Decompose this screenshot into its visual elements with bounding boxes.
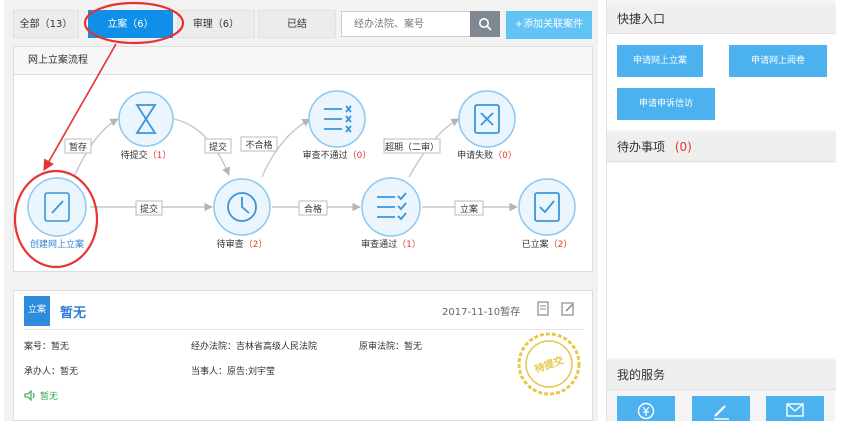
yuan-icon bbox=[637, 402, 655, 420]
apply-online-read-button[interactable]: 申请网上阅卷 bbox=[729, 45, 827, 77]
todo-body bbox=[607, 163, 836, 358]
annotation-arrow bbox=[43, 43, 117, 171]
service-write-button[interactable] bbox=[692, 396, 750, 421]
todo-title: 待办事项 (0) bbox=[607, 132, 836, 162]
service-payment-button[interactable] bbox=[617, 396, 675, 421]
todo-count: (0) bbox=[674, 140, 692, 154]
right-sidebar: 快捷入口 申请网上立案 申请网上阅卷 申请申诉信访 待办事项 (0) 我的服务 bbox=[606, 0, 836, 421]
service-mail-button[interactable] bbox=[766, 396, 824, 421]
annotation-circle-node bbox=[13, 169, 99, 269]
quick-entry-title: 快捷入口 bbox=[607, 4, 836, 34]
apply-online-case-button[interactable]: 申请网上立案 bbox=[617, 45, 703, 77]
pen-icon bbox=[714, 405, 729, 420]
mail-icon bbox=[786, 403, 804, 417]
apply-petition-button[interactable]: 申请申诉信访 bbox=[617, 88, 715, 120]
services-title: 我的服务 bbox=[607, 360, 836, 390]
left-panel: 全部（13） 立案（6） 审理（6） 已结 +添加关联案件 网上立案流程 bbox=[4, 0, 598, 421]
annotation-overlay bbox=[13, 1, 185, 269]
annotation-circle-tab bbox=[83, 1, 185, 45]
